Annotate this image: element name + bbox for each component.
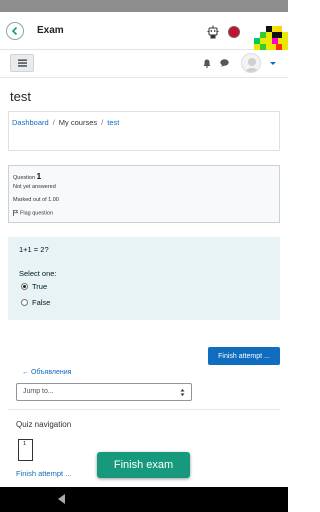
nav-bar (0, 50, 288, 78)
page-title: test (10, 89, 31, 104)
app-title: Exam (37, 25, 64, 36)
system-nav-bar (0, 487, 288, 512)
bell-icon[interactable] (203, 59, 211, 68)
red-dot-icon[interactable] (228, 26, 240, 38)
finish-exam-button[interactable]: Finish exam (97, 452, 190, 478)
avatar[interactable] (241, 53, 261, 73)
jump-to-label: Jump to... (23, 388, 54, 395)
avatar-icon (245, 58, 259, 72)
menu-button[interactable] (10, 54, 34, 72)
quiz-nav-question-number: 1 (23, 441, 27, 447)
question-text: 1+1 = 2? (19, 245, 49, 254)
select-one-label: Select one: (19, 269, 57, 278)
question-label: Question (13, 175, 36, 181)
breadcrumb-test[interactable]: test (107, 118, 119, 127)
answer-option-true[interactable]: True (21, 282, 47, 291)
quiz-nav-question-1[interactable]: 1 (18, 439, 33, 461)
finish-attempt-button[interactable]: Finish attempt ... (208, 347, 280, 365)
answer-option-false[interactable]: False (21, 298, 50, 307)
flag-question[interactable]: Flag question (13, 210, 53, 216)
app-header: Exam (0, 12, 288, 62)
radio-false[interactable] (21, 299, 28, 306)
flag-icon (13, 210, 18, 216)
question-marks: Marked out of 1.00 (13, 197, 59, 203)
back-arrow-icon (11, 26, 18, 36)
finish-attempt-link[interactable]: Finish attempt ... (16, 469, 71, 478)
menu-icon (17, 59, 27, 67)
answer-label-false: False (32, 298, 51, 307)
breadcrumb-separator: / (101, 118, 104, 127)
breadcrumb-my-courses: My courses (58, 118, 98, 127)
breadcrumb: Dashboard / My courses / test (12, 118, 119, 127)
divider (8, 409, 280, 410)
question-content: 1+1 = 2? Select one: True False (8, 237, 280, 320)
quiz-navigation-title: Quiz navigation (16, 420, 72, 429)
radio-true[interactable] (21, 283, 28, 290)
answer-label-true: True (32, 282, 48, 291)
robot-icon[interactable] (207, 25, 219, 39)
caret-down-icon[interactable] (270, 62, 276, 65)
question-number-line: Question 1 (13, 171, 41, 181)
breadcrumb-dashboard[interactable]: Dashboard (12, 118, 49, 127)
status-bar (0, 0, 288, 12)
up-down-icon (180, 389, 185, 396)
jump-to-select[interactable]: Jump to... (16, 383, 192, 401)
question-number: 1 (36, 171, 42, 181)
question-status: Not yet answered (13, 184, 56, 190)
flag-question-label: Flag question (20, 210, 54, 217)
previous-activity-link[interactable]: ← Объявления (22, 369, 71, 376)
question-info: Question 1 Not yet answered Marked out o… (8, 165, 280, 223)
back-button[interactable] (6, 22, 24, 40)
chat-icon[interactable] (220, 59, 229, 67)
system-back-icon[interactable] (58, 494, 65, 504)
breadcrumb-separator: / (52, 118, 55, 127)
breadcrumb-box: Dashboard / My courses / test (8, 111, 280, 151)
